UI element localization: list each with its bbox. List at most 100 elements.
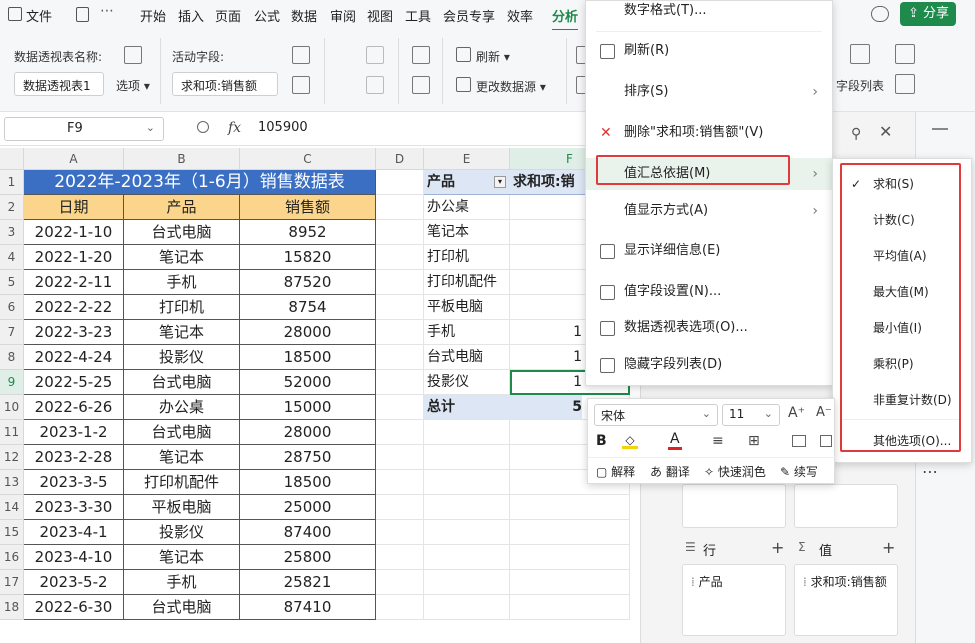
pivot-name-input[interactable]: 数据透视表1 (14, 72, 104, 96)
table-cell[interactable]: 2023-2-28 (24, 445, 124, 470)
close-icon[interactable]: ✕ (879, 122, 892, 141)
empty-cell[interactable] (376, 195, 424, 220)
table-cell[interactable]: 台式电脑 (124, 370, 240, 395)
expand-icon[interactable] (366, 46, 384, 64)
table-cell[interactable]: 平板电脑 (124, 495, 240, 520)
empty-cell[interactable] (424, 495, 510, 520)
collapse-icon[interactable] (366, 76, 384, 94)
table-title[interactable]: 2022年-2023年（1-6月）销售数据表 (24, 170, 376, 195)
table-cell[interactable]: 2022-6-30 (24, 595, 124, 620)
pin-icon[interactable]: ⚲ (851, 126, 861, 142)
field-settings-icon[interactable] (292, 46, 310, 64)
row-header[interactable]: 2 (0, 195, 24, 220)
empty-cell[interactable] (376, 245, 424, 270)
file-menu[interactable]: 文件 (26, 6, 52, 25)
row-header[interactable]: 7 (0, 320, 24, 345)
table-cell[interactable]: 15820 (240, 245, 376, 270)
border-icon[interactable]: ⊞ (748, 433, 760, 449)
column-header[interactable]: A (24, 148, 124, 170)
menu-item-sort[interactable]: 排序(S) › (586, 76, 834, 108)
empty-cell[interactable] (376, 395, 424, 420)
values-area[interactable]: ⁞ 求和项:销售额 (794, 564, 898, 636)
empty-cell[interactable] (424, 420, 510, 445)
tab-member[interactable]: 会员专享 (443, 6, 495, 25)
add-row-icon[interactable]: + (771, 538, 784, 557)
pivot-table-icon[interactable] (124, 46, 142, 64)
empty-cell[interactable] (376, 370, 424, 395)
menu-item-delete-field[interactable]: ✕ 删除"求和项:销售额"(V) (586, 117, 834, 149)
empty-cell[interactable] (376, 345, 424, 370)
row-header[interactable]: 3 (0, 220, 24, 245)
empty-cell[interactable] (510, 570, 630, 595)
menu-item-show-details[interactable]: 显示详细信息(E) (586, 235, 834, 267)
empty-cell[interactable] (376, 595, 424, 620)
more-format-icon[interactable] (820, 435, 832, 447)
tab-analysis[interactable]: 分析 (552, 6, 579, 31)
row-header[interactable]: 18 (0, 595, 24, 620)
row-header[interactable]: 6 (0, 295, 24, 320)
row-header[interactable]: 12 (0, 445, 24, 470)
continue-button[interactable]: ✎ 续写 (780, 463, 818, 480)
group-icon[interactable] (412, 46, 430, 64)
column-header[interactable]: C (240, 148, 376, 170)
drag-handle-icon[interactable]: ⁞ (803, 575, 807, 589)
table-cell[interactable]: 87520 (240, 270, 376, 295)
active-field-input[interactable]: 求和项:销售额 (172, 72, 278, 96)
table-header[interactable]: 日期 (24, 195, 124, 220)
table-cell[interactable]: 投影仪 (124, 345, 240, 370)
menu-item-refresh[interactable]: 刷新(R) (586, 35, 834, 67)
table-cell[interactable]: 25800 (240, 545, 376, 570)
explain-button[interactable]: ▢ 解释 (596, 463, 635, 480)
menu-item-hide-field-list[interactable]: 隐藏字段列表(D) (586, 349, 834, 381)
table-cell[interactable]: 28000 (240, 420, 376, 445)
table-cell[interactable]: 投影仪 (124, 520, 240, 545)
filter-dropdown-icon[interactable]: ▾ (494, 176, 506, 188)
field-settings-icon-2[interactable] (292, 76, 310, 94)
pivot-row-label[interactable]: 打印机 (424, 245, 510, 270)
empty-cell[interactable] (424, 520, 510, 545)
table-cell[interactable]: 25000 (240, 495, 376, 520)
headers-icon[interactable] (895, 74, 915, 94)
empty-cell[interactable] (376, 520, 424, 545)
more-icon[interactable]: ⋯ (100, 3, 114, 19)
pivot-total-label[interactable]: 总计 (424, 395, 510, 420)
value-field[interactable]: 求和项:销售额 (811, 575, 887, 589)
zoom-icon[interactable] (197, 121, 209, 133)
row-header[interactable]: 17 (0, 570, 24, 595)
pivot-row-label[interactable]: 手机 (424, 320, 510, 345)
menu-item-number-format[interactable]: 数字格式(T)... (586, 0, 834, 27)
grow-font-icon[interactable]: A⁺ (788, 405, 805, 421)
tab-data[interactable]: 数据 (291, 6, 317, 25)
table-cell[interactable]: 笔记本 (124, 545, 240, 570)
row-field[interactable]: 产品 (699, 575, 723, 589)
column-area[interactable] (794, 484, 898, 528)
empty-cell[interactable] (376, 270, 424, 295)
empty-cell[interactable] (376, 495, 424, 520)
field-list-button[interactable]: 字段列表 (836, 77, 884, 94)
tab-page[interactable]: 页面 (215, 6, 241, 25)
table-cell[interactable]: 台式电脑 (124, 220, 240, 245)
table-cell[interactable]: 25821 (240, 570, 376, 595)
pivot-row-label[interactable]: 投影仪 (424, 370, 510, 395)
empty-cell[interactable] (424, 545, 510, 570)
table-cell[interactable]: 87400 (240, 520, 376, 545)
tab-start[interactable]: 开始 (140, 6, 166, 25)
tab-review[interactable]: 审阅 (330, 6, 356, 25)
add-value-icon[interactable]: + (882, 538, 895, 557)
font-select[interactable]: 宋体 ⌄ (594, 404, 718, 426)
pivot-value[interactable]: 1 (510, 345, 582, 370)
table-cell[interactable]: 2022-5-25 (24, 370, 124, 395)
tab-formula[interactable]: 公式 (254, 6, 280, 25)
table-cell[interactable]: 2022-3-23 (24, 320, 124, 345)
formula-input[interactable]: 105900 (258, 120, 308, 135)
menu-item-show-values-as[interactable]: 值显示方式(A) › (586, 195, 834, 227)
column-header[interactable]: E (424, 148, 510, 170)
polish-button[interactable]: ✧ 快速润色 (704, 463, 766, 480)
empty-cell[interactable] (424, 595, 510, 620)
table-cell[interactable]: 2023-4-10 (24, 545, 124, 570)
empty-cell[interactable] (376, 545, 424, 570)
table-cell[interactable]: 手机 (124, 570, 240, 595)
empty-cell[interactable] (376, 295, 424, 320)
tab-efficiency[interactable]: 效率 (507, 6, 533, 25)
pivot-row-label[interactable]: 台式电脑 (424, 345, 510, 370)
